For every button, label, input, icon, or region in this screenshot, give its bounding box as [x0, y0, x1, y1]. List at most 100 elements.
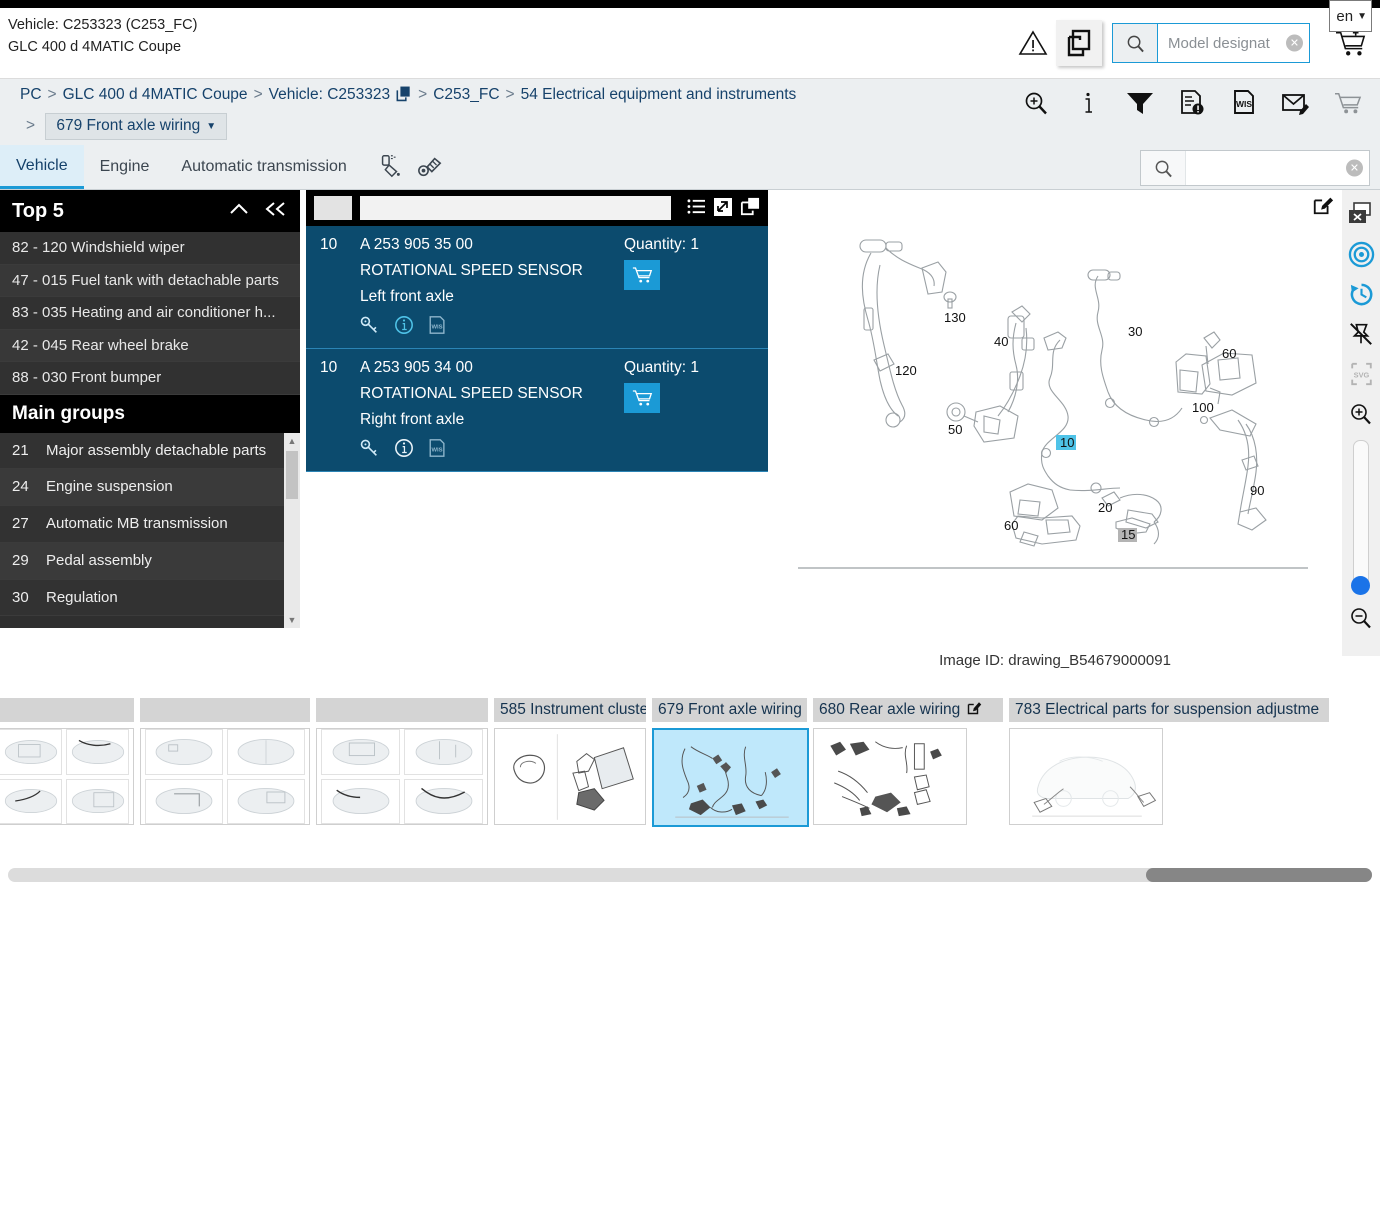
copy-icon[interactable]: [1056, 20, 1102, 66]
thumbnail-image[interactable]: [316, 728, 488, 825]
search-clear-icon[interactable]: ✕: [1346, 160, 1363, 177]
zoom-slider[interactable]: [1353, 440, 1369, 592]
chevron-up-icon[interactable]: [228, 200, 250, 223]
thumbnail-label[interactable]: 783 Electrical parts for suspension adju…: [1009, 698, 1329, 722]
language-select[interactable]: en ▼: [1329, 0, 1372, 32]
zoom-out-icon[interactable]: [1342, 598, 1380, 638]
top5-item[interactable]: 83 - 035 Heating and air conditioner h..…: [0, 297, 300, 330]
top5-item[interactable]: 88 - 030 Front bumper: [0, 362, 300, 395]
top5-item[interactable]: 82 - 120 Windshield wiper: [0, 232, 300, 265]
wis-icon[interactable]: WIS: [428, 438, 447, 461]
breadcrumb-item-chassis[interactable]: C253_FC: [433, 86, 499, 103]
scrollbar-thumb[interactable]: [286, 451, 298, 499]
zoom-in-icon[interactable]: [1020, 83, 1052, 123]
tab-automatic-transmission[interactable]: Automatic transmission: [165, 145, 362, 189]
wis-icon[interactable]: WIS: [428, 315, 447, 338]
search-input[interactable]: ✕: [1186, 151, 1369, 185]
document-alert-icon[interactable]: [1176, 83, 1208, 123]
thumbnail-image-680[interactable]: [813, 728, 967, 825]
technical-drawing[interactable]: 130 120 40 50: [798, 220, 1318, 593]
top5-item[interactable]: 47 - 015 Fuel tank with detachable parts: [0, 265, 300, 298]
thumbnail-cell[interactable]: [145, 779, 223, 825]
thumbnail-cell[interactable]: [145, 729, 223, 775]
thumbnail-label[interactable]: [0, 698, 134, 722]
history-icon[interactable]: [1342, 274, 1380, 314]
thumbnail-cell[interactable]: [66, 779, 129, 825]
scroll-up-icon[interactable]: ▲: [284, 433, 300, 449]
scroll-down-icon[interactable]: ▼: [284, 612, 300, 628]
search-icon[interactable]: [1141, 151, 1186, 185]
main-group-item[interactable]: 24 Engine suspension: [0, 469, 300, 506]
thumbnail-label[interactable]: [140, 698, 310, 722]
list-view-icon[interactable]: [687, 198, 706, 218]
main-group-item[interactable]: 21 Major assembly detachable parts: [0, 433, 300, 470]
thumbnail-image-585[interactable]: [494, 728, 646, 825]
main-group-item[interactable]: 29 Pedal assembly: [0, 543, 300, 580]
key-icon[interactable]: [360, 438, 380, 461]
model-designation-search[interactable]: Model designat ✕: [1112, 23, 1310, 63]
thumbnail-image[interactable]: [0, 728, 134, 825]
horizontal-scrollbar-thumb[interactable]: [1146, 868, 1372, 882]
info-icon[interactable]: [394, 438, 414, 461]
mail-edit-icon[interactable]: [1280, 83, 1312, 123]
thumbnail-cell[interactable]: [227, 779, 305, 825]
target-icon[interactable]: [1342, 234, 1380, 274]
thumbnail-cell[interactable]: [321, 729, 400, 775]
breadcrumb-item-group[interactable]: 54 Electrical equipment and instruments: [521, 86, 797, 103]
paint-spray-icon[interactable]: [377, 153, 403, 182]
info-icon[interactable]: [1072, 83, 1104, 123]
thumbnail-cell[interactable]: [404, 729, 483, 775]
thumbnail-image-679-selected[interactable]: [652, 728, 809, 827]
breadcrumb-item-vehicle[interactable]: Vehicle: C253323: [269, 86, 391, 103]
tab-vehicle[interactable]: Vehicle: [0, 145, 84, 189]
breadcrumb-item-model[interactable]: GLC 400 d 4MATIC Coupe: [63, 86, 248, 103]
main-group-item[interactable]: 27 Automatic MB transmission: [0, 506, 300, 543]
tab-engine[interactable]: Engine: [84, 145, 166, 189]
model-search-input[interactable]: Model designat ✕: [1158, 24, 1309, 62]
cart-icon[interactable]: [1332, 83, 1364, 123]
thumbnail-cell[interactable]: [321, 779, 400, 825]
main-groups-scrollbar[interactable]: ▲ ▼: [284, 433, 300, 628]
main-group-item[interactable]: 30 Regulation: [0, 580, 300, 617]
edit-pencil-icon[interactable]: [1312, 194, 1334, 219]
unpin-icon[interactable]: [1342, 314, 1380, 354]
close-window-icon[interactable]: [1342, 194, 1380, 234]
model-search-clear-icon[interactable]: ✕: [1286, 35, 1303, 52]
breadcrumb-current-dropdown[interactable]: 679 Front axle wiring ▼: [45, 113, 227, 140]
parts-filter-cell[interactable]: [314, 196, 352, 220]
top5-item[interactable]: 42 - 045 Rear wheel brake: [0, 330, 300, 363]
zoom-in-icon[interactable]: [1342, 394, 1380, 434]
thumbnail-label[interactable]: [316, 698, 488, 722]
parts-filter-input[interactable]: [360, 196, 671, 220]
bolt-icon[interactable]: [417, 153, 443, 182]
wis-document-icon[interactable]: WIS: [1228, 83, 1260, 123]
thumbnail-cell[interactable]: [66, 729, 129, 775]
horizontal-scrollbar[interactable]: [8, 868, 1372, 882]
edit-pencil-icon[interactable]: [967, 700, 982, 720]
expand-icon[interactable]: [714, 198, 732, 219]
zoom-slider-handle[interactable]: [1351, 576, 1370, 595]
thumbnail-image-783[interactable]: [1009, 728, 1163, 825]
thumbnail-label[interactable]: 680 Rear axle wiring: [813, 698, 1003, 722]
filter-icon[interactable]: [1124, 83, 1156, 123]
thumbnail-cell[interactable]: [0, 779, 62, 825]
breadcrumb-item-pc[interactable]: PC: [20, 86, 42, 103]
add-to-cart-button[interactable]: [624, 383, 660, 413]
model-search-button[interactable]: [1113, 24, 1158, 62]
info-icon[interactable]: [394, 315, 414, 338]
thumbnail-image[interactable]: [140, 728, 310, 825]
breadcrumb-copy-icon[interactable]: [395, 85, 412, 109]
copy-icon[interactable]: [740, 197, 760, 219]
thumbnail-cell[interactable]: [0, 729, 62, 775]
part-row[interactable]: 10 A 253 905 34 00 ROTATIONAL SPEED SENS…: [306, 349, 768, 472]
part-row[interactable]: 10 A 253 905 35 00 ROTATIONAL SPEED SENS…: [306, 226, 768, 349]
key-icon[interactable]: [360, 315, 380, 338]
thumbnail-cell[interactable]: [404, 779, 483, 825]
collapse-left-icon[interactable]: [264, 200, 288, 223]
content-search[interactable]: ✕: [1140, 150, 1370, 186]
add-to-cart-button[interactable]: [624, 260, 660, 290]
thumbnail-label[interactable]: 585 Instrument cluster: [494, 698, 646, 722]
thumbnail-label[interactable]: 679 Front axle wiring: [652, 698, 807, 722]
warning-triangle-icon[interactable]: [1010, 20, 1056, 66]
thumbnail-cell[interactable]: [227, 729, 305, 775]
